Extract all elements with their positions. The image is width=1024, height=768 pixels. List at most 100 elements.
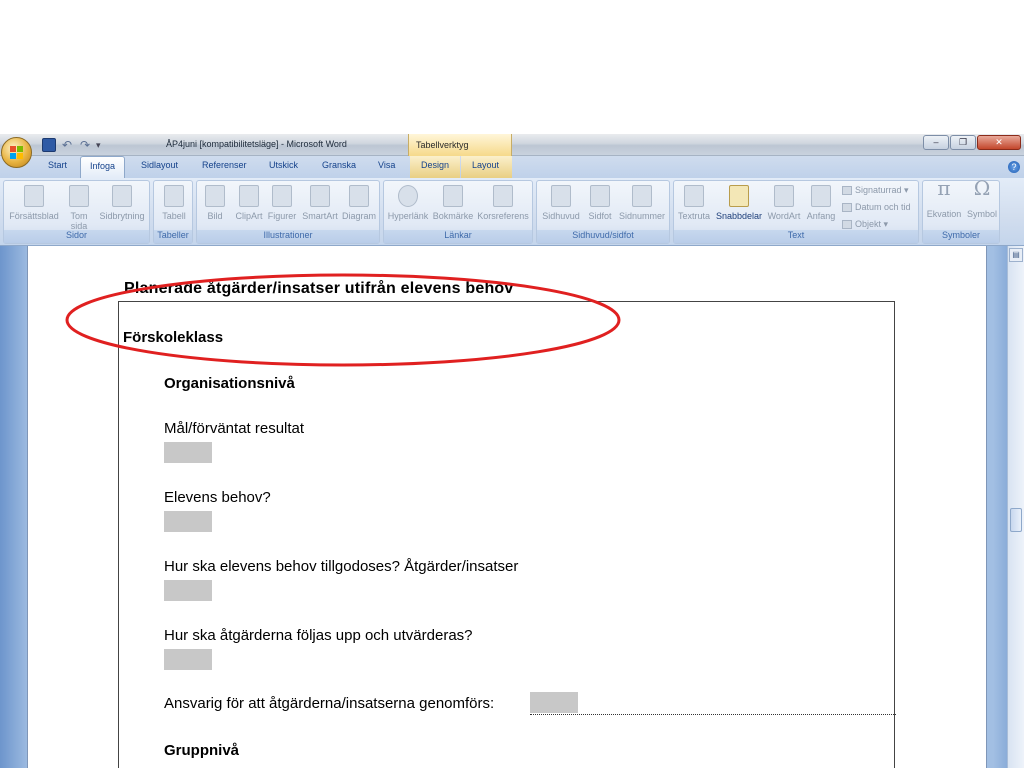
form-field-mal[interactable] (164, 442, 212, 463)
sidfot-label: Sidfot (588, 211, 612, 221)
sidhuvud-button[interactable]: Sidhuvud (539, 185, 583, 221)
word-window: ↶ ↷ ▾ ÅP4juni [kompatibilitetsläge] - Mi… (0, 134, 1024, 768)
anfang-button[interactable]: Anfang (804, 185, 838, 221)
window-controls: – ❐ ✕ (923, 135, 1021, 150)
pi-icon: π (937, 176, 951, 200)
group-text: Textruta Snabbdelar WordArt Anfang Signa… (673, 180, 919, 244)
clipart-icon (239, 185, 259, 207)
tom-sida-button[interactable]: Tom sida (64, 185, 94, 231)
hyperlank-label: Hyperlänk (387, 211, 429, 221)
close-icon[interactable]: ✕ (977, 135, 1021, 150)
figurer-button[interactable]: Figurer (266, 185, 298, 221)
tab-sidlayout[interactable]: Sidlayout (141, 160, 178, 170)
section-forskoleklass: Förskoleklass (123, 329, 224, 346)
signature-line-icon (842, 186, 852, 196)
picture-icon (205, 185, 225, 207)
clipart-label: ClipArt (235, 211, 263, 221)
objekt-button[interactable]: Objekt ▾ (842, 219, 888, 230)
tabell-button[interactable]: Tabell (156, 185, 192, 221)
snabbdelar-button[interactable]: Snabbdelar (714, 185, 764, 221)
undo-icon[interactable]: ↶ (60, 138, 74, 152)
bild-label: Bild (207, 211, 223, 221)
date-time-icon (842, 203, 852, 213)
object-icon (842, 220, 852, 230)
group-tabeller: Tabell Tabeller (153, 180, 193, 244)
quick-access-toolbar: ↶ ↷ ▾ (42, 137, 104, 153)
form-field-tillgodoses[interactable] (164, 580, 212, 601)
vertical-scrollbar[interactable]: ▤ (1007, 246, 1024, 768)
korsreferens-button[interactable]: Korsreferens (476, 185, 530, 221)
sidnummer-button[interactable]: Sidnummer (617, 185, 667, 221)
tab-start[interactable]: Start (48, 160, 67, 170)
tab-infoga[interactable]: Infoga (80, 156, 126, 178)
tab-design[interactable]: Design (410, 156, 460, 178)
datum-och-tid-button[interactable]: Datum och tid (842, 202, 911, 213)
signaturrad-button[interactable]: Signaturrad ▾ (842, 185, 909, 196)
tab-granska[interactable]: Granska (322, 160, 356, 170)
group-lankar: Hyperlänk Bokmärke Korsreferens Länkar (383, 180, 533, 244)
form-field-elevens-behov[interactable] (164, 511, 212, 532)
ekvation-button[interactable]: π Ekvation (925, 176, 963, 219)
wordart-label: WordArt (767, 211, 801, 221)
tab-visa[interactable]: Visa (378, 160, 395, 170)
objekt-label: Objekt (855, 219, 882, 229)
subsection-gruppniva: Gruppnivå (164, 742, 240, 759)
textruta-label: Textruta (677, 211, 710, 221)
drop-cap-icon (811, 185, 831, 207)
page-number-icon (632, 185, 652, 207)
footer-icon (590, 185, 610, 207)
diagram-button[interactable]: Diagram (341, 185, 377, 221)
document-heading: Planerade åtgärder/insatser utifrån elev… (124, 280, 514, 297)
ekvation-label: Ekvation (926, 209, 962, 219)
anfang-label: Anfang (806, 211, 836, 221)
text-box-icon (684, 185, 704, 207)
quick-parts-icon (729, 185, 749, 207)
sidbrytning-button[interactable]: Sidbrytning (96, 185, 148, 221)
smartart-label: SmartArt (302, 211, 338, 221)
diagram-label: Diagram (341, 211, 376, 221)
question-ansvarig: Ansvarig för att åtgärderna/insatserna g… (164, 695, 495, 712)
tab-utskick[interactable]: Utskick (269, 160, 298, 170)
symbol-button[interactable]: Ω Symbol (965, 178, 999, 219)
forsattsblad-label: Försättsblad (9, 211, 59, 221)
group-label-symboler: Symboler (923, 230, 999, 243)
hyperlank-button[interactable]: Hyperlänk (386, 185, 430, 221)
sidfot-button[interactable]: Sidfot (585, 185, 615, 221)
group-label-sidor: Sidor (4, 230, 149, 243)
group-label-text: Text (674, 230, 918, 243)
scroll-thumb[interactable] (1010, 508, 1022, 532)
datum-label: Datum och tid (855, 202, 911, 212)
chart-icon (349, 185, 369, 207)
group-label-tabeller: Tabeller (154, 230, 192, 243)
textruta-button[interactable]: Textruta (676, 185, 712, 221)
hyperlink-globe-icon (398, 185, 418, 207)
ruler-toggle-icon[interactable]: ▤ (1009, 248, 1023, 262)
smartart-button[interactable]: SmartArt (300, 185, 340, 221)
bokmarke-button[interactable]: Bokmärke (432, 185, 474, 221)
help-icon[interactable]: ? (1008, 161, 1020, 173)
tab-layout[interactable]: Layout (461, 156, 512, 178)
header-icon (551, 185, 571, 207)
tom-sida-label: Tom sida (70, 211, 88, 231)
form-field-ansvarig[interactable] (530, 692, 578, 713)
office-logo-icon (10, 146, 24, 160)
minimize-icon[interactable]: – (923, 135, 949, 150)
document-page[interactable]: Planerade åtgärder/insatser utifrån elev… (27, 246, 987, 768)
forsattsblad-button[interactable]: Försättsblad (6, 185, 62, 221)
clipart-button[interactable]: ClipArt (233, 185, 265, 221)
redo-icon[interactable]: ↷ (78, 138, 92, 152)
restore-icon[interactable]: ❐ (950, 135, 976, 150)
sidbrytning-label: Sidbrytning (99, 211, 145, 221)
wordart-button[interactable]: WordArt (765, 185, 803, 221)
save-icon[interactable] (42, 138, 56, 152)
snabbdelar-label: Snabbdelar (715, 211, 763, 221)
subsection-organisationsniva: Organisationsnivå (164, 375, 295, 392)
tab-referenser[interactable]: Referenser (202, 160, 247, 170)
customize-qat-icon[interactable]: ▾ (96, 138, 104, 152)
form-table[interactable]: Förskoleklass Organisationsnivå Mål/förv… (118, 301, 896, 768)
office-button[interactable] (1, 137, 32, 168)
figurer-label: Figurer (267, 211, 297, 221)
form-field-utvardering[interactable] (164, 649, 212, 670)
blank-page-icon (69, 185, 89, 207)
bild-button[interactable]: Bild (201, 185, 229, 221)
